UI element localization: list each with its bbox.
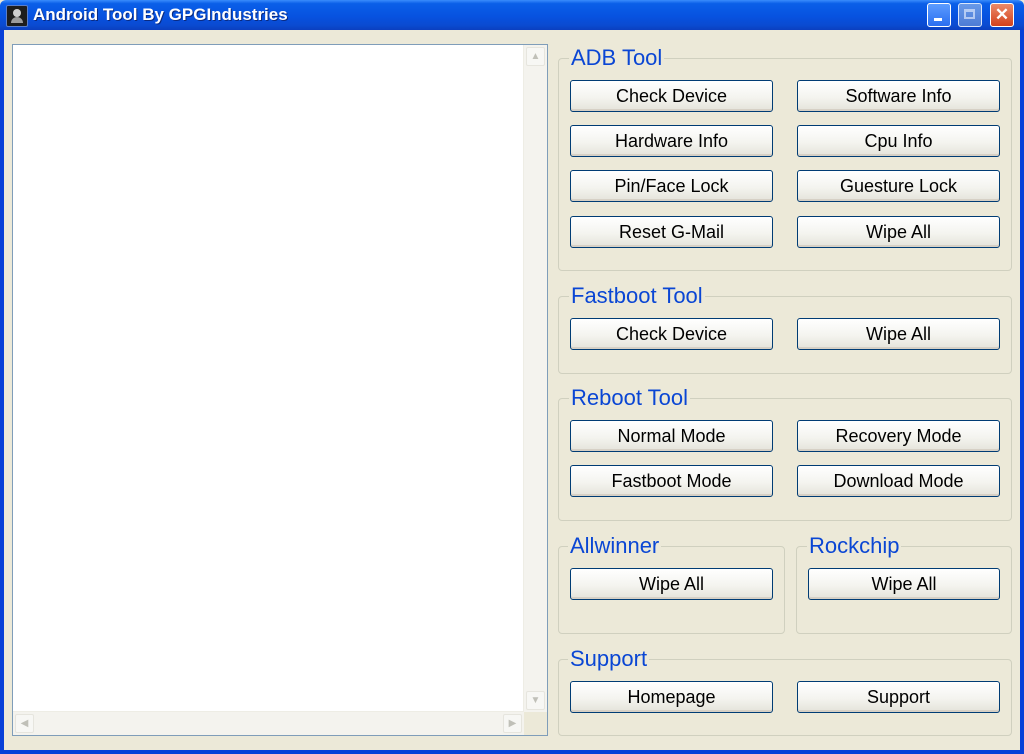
adb-pin-face-lock-button[interactable]: Pin/Face Lock	[570, 170, 773, 202]
download-mode-button[interactable]: Download Mode	[797, 465, 1000, 497]
allwinner-title: Allwinner	[568, 533, 662, 559]
recovery-mode-button[interactable]: Recovery Mode	[797, 420, 1000, 452]
maximize-button[interactable]	[958, 3, 982, 27]
allwinner-wipe-all-button[interactable]: Wipe All	[570, 568, 773, 600]
fastboot-mode-button[interactable]: Fastboot Mode	[570, 465, 773, 497]
scroll-up-button[interactable]: ▲	[526, 47, 545, 66]
fastboot-check-device-button[interactable]: Check Device	[570, 318, 773, 350]
app-icon[interactable]	[6, 5, 28, 27]
homepage-button[interactable]: Homepage	[570, 681, 773, 713]
close-icon: ✕	[994, 5, 1010, 24]
adb-wipe-all-button[interactable]: Wipe All	[797, 216, 1000, 248]
scroll-left-button[interactable]: ◀	[15, 714, 34, 733]
adb-hardware-info-button[interactable]: Hardware Info	[570, 125, 773, 157]
window-title: Android Tool By GPGIndustries	[33, 5, 288, 24]
rockchip-title: Rockchip	[807, 533, 902, 559]
fastboot-tool-title: Fastboot Tool	[569, 283, 705, 309]
reboot-tool-group: Reboot Tool Normal Mode Recovery Mode Fa…	[558, 385, 1012, 521]
output-log-textarea[interactable]: ▲ ▼ ◀ ▶	[12, 44, 548, 736]
window-frame-right	[1020, 30, 1024, 754]
close-button[interactable]: ✕	[990, 3, 1014, 27]
support-button[interactable]: Support	[797, 681, 1000, 713]
allwinner-group: Allwinner Wipe All	[558, 533, 785, 634]
window-frame-bottom	[0, 750, 1024, 754]
reboot-tool-title: Reboot Tool	[569, 385, 691, 411]
app-window: Android Tool By GPGIndustries ✕ ▲ ▼ ◀ ▶ …	[0, 0, 1024, 754]
scrollbar-corner	[524, 712, 547, 735]
adb-tool-title: ADB Tool	[569, 45, 665, 71]
title-bar[interactable]: Android Tool By GPGIndustries ✕	[0, 0, 1024, 30]
vertical-scrollbar[interactable]: ▲ ▼	[523, 45, 547, 712]
adb-cpu-info-button[interactable]: Cpu Info	[797, 125, 1000, 157]
adb-software-info-button[interactable]: Software Info	[797, 80, 1000, 112]
rockchip-group: Rockchip Wipe All	[796, 533, 1012, 634]
fastboot-wipe-all-button[interactable]: Wipe All	[797, 318, 1000, 350]
adb-tool-group: ADB Tool Check Device Software Info Hard…	[558, 45, 1012, 271]
support-title: Support	[568, 646, 650, 672]
adb-reset-gmail-button[interactable]: Reset G-Mail	[570, 216, 773, 248]
window-frame-left	[0, 30, 4, 754]
minimize-icon	[934, 18, 942, 21]
fastboot-tool-group: Fastboot Tool Check Device Wipe All	[558, 283, 1012, 374]
maximize-icon	[964, 9, 975, 19]
adb-gesture-lock-button[interactable]: Guesture Lock	[797, 170, 1000, 202]
minimize-button[interactable]	[927, 3, 951, 27]
horizontal-scrollbar[interactable]: ◀ ▶	[13, 711, 524, 735]
rockchip-wipe-all-button[interactable]: Wipe All	[808, 568, 1000, 600]
scroll-down-button[interactable]: ▼	[526, 691, 545, 710]
scroll-right-button[interactable]: ▶	[503, 714, 522, 733]
normal-mode-button[interactable]: Normal Mode	[570, 420, 773, 452]
support-group: Support Homepage Support	[558, 646, 1012, 736]
adb-check-device-button[interactable]: Check Device	[570, 80, 773, 112]
